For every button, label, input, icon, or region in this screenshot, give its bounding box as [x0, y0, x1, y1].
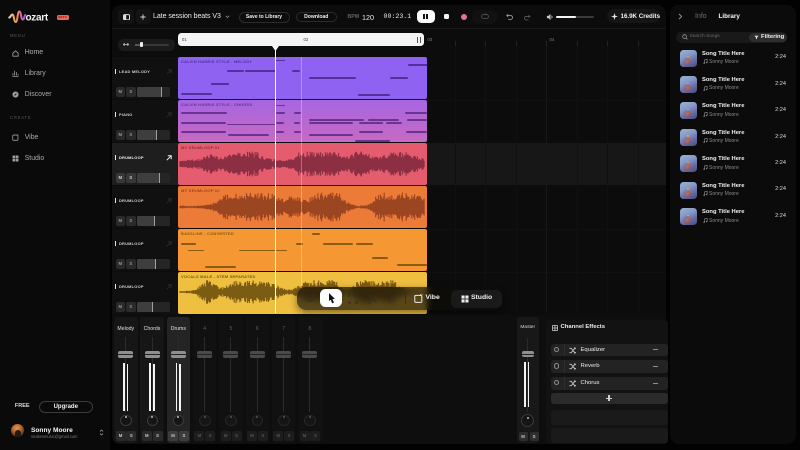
svg-text:ozart: ozart [26, 13, 49, 24]
